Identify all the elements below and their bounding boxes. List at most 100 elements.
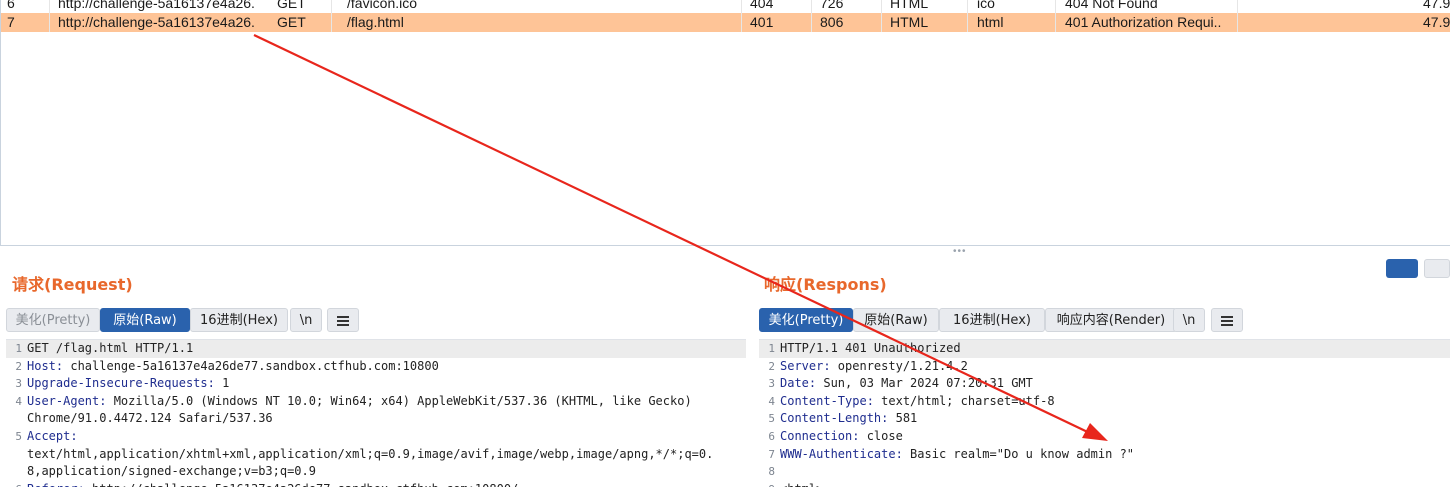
code-line: 9 <html>	[759, 481, 1450, 487]
response-tab-1[interactable]: 原始(Raw)	[853, 308, 939, 332]
cell-length: 806	[820, 14, 844, 30]
line-number: 1	[768, 342, 775, 355]
cell-number: 7	[7, 14, 15, 30]
code-line: 6 Connection: close	[759, 428, 1450, 446]
line-number: 3	[768, 377, 775, 391]
response-editor[interactable]: 1 HTTP/1.1 401 Unauthorized 2 Server: openr…	[759, 339, 1450, 487]
table-row[interactable]: 7 http://challenge-5a16137e4a26. GET/flag.…	[1, 13, 1450, 32]
request-editor[interactable]: 1 GET /flag.html HTTP/1.1 2 Host: challenge…	[6, 339, 746, 487]
request-menu-button[interactable]	[327, 308, 359, 332]
cell-title: 404 Not Found	[1065, 0, 1158, 11]
code-line: 7 WWW-Authenticate: Basic realm="Do u kno…	[759, 446, 1450, 464]
stacked-view-icon[interactable]	[1424, 259, 1450, 278]
column-divider	[49, 13, 50, 32]
code-line: 1 GET /flag.html HTTP/1.1	[6, 340, 746, 358]
column-divider	[1055, 13, 1056, 32]
code-line: 8,application/signed-exchange;v=b3;q=0.9	[6, 463, 746, 481]
line-text: Connection: close	[780, 428, 903, 446]
column-divider	[331, 0, 332, 13]
cell-extension: html	[977, 14, 1004, 30]
header-name: User-Agent:	[27, 393, 107, 408]
column-divider	[1055, 0, 1056, 13]
code-line: 4 Content-Type: text/html; charset=utf-8	[759, 393, 1450, 411]
code-line: 3 Date: Sun, 03 Mar 2024 07:20:31 GMT	[759, 375, 1450, 393]
response-tab-2[interactable]: 16进制(Hex)	[939, 308, 1045, 332]
header-name: Accept:	[27, 428, 78, 443]
column-divider	[967, 13, 968, 32]
cell-number: 6	[7, 0, 15, 11]
header-value: 1	[214, 376, 230, 391]
code-line: 1 HTTP/1.1 401 Unauthorized	[759, 340, 1450, 358]
line-text: WWW-Authenticate: Basic realm="Do u know…	[780, 446, 1134, 464]
code-line: 2 Host: challenge-5a16137e4a26de77.sandbo…	[6, 358, 746, 376]
column-divider	[1237, 0, 1238, 13]
header-name: Referer:	[27, 482, 85, 487]
response-newline-toggle-button[interactable]: \n	[1173, 308, 1205, 332]
request-pane-title: 请求(Request)	[12, 275, 133, 294]
header-name: Host:	[27, 358, 64, 373]
cell-time: 47.9	[1423, 14, 1450, 30]
line-number: 6	[6, 481, 22, 487]
line-number: 9	[759, 481, 775, 487]
cell-mime-type: HTML	[890, 14, 929, 30]
request-tab-2[interactable]: 16进制(Hex)	[190, 308, 288, 332]
column-divider	[49, 0, 50, 13]
code-line: text/html,application/xhtml+xml,applicat…	[6, 446, 746, 464]
column-divider	[881, 0, 882, 13]
cell-status: 404	[750, 0, 774, 11]
line-text: GET /flag.html HTTP/1.1	[27, 340, 193, 358]
line-text: Date: Sun, 03 Mar 2024 07:20:31 GMT	[780, 375, 1033, 393]
request-tab-1[interactable]: 原始(Raw)	[100, 308, 190, 332]
split-view-icon[interactable]	[1386, 259, 1418, 278]
header-value: 8,application/signed-exchange;v=b3;q=0.9	[27, 464, 316, 479]
line-number: 3	[15, 377, 22, 391]
table-row[interactable]: 6 http://challenge-5a16137e4a26. GET/favic…	[1, 0, 1450, 13]
header-name: Connection:	[780, 428, 860, 443]
code-line: 6 Referer: http://challenge-5a16137e4a26d…	[6, 481, 746, 487]
line-text: Content-Length: 581	[780, 410, 917, 428]
line-number: 5	[15, 429, 22, 443]
line-number: 6	[768, 429, 775, 443]
response-menu-button[interactable]	[1211, 308, 1243, 332]
cell-status: 401	[750, 14, 774, 30]
line-number: 5	[768, 412, 775, 426]
cell-time: 47.9	[1423, 0, 1450, 11]
request-newline-toggle-button[interactable]: \n	[290, 308, 322, 332]
cell-url: /favicon.ico	[347, 0, 418, 11]
header-value: Basic realm="Do u know admin ?"	[902, 446, 1135, 461]
line-number: 2	[15, 359, 22, 373]
header-value: GET /flag.html HTTP/1.1	[27, 341, 194, 355]
line-text: Content-Type: text/html; charset=utf-8	[780, 393, 1055, 411]
line-text: Accept:	[27, 428, 78, 446]
header-value: Mozilla/5.0 (Windows NT 10.0; Win64; x64…	[106, 393, 692, 408]
cell-extension: ico	[977, 0, 995, 11]
response-tab-0[interactable]: 美化(Pretty)	[759, 308, 853, 332]
code-line: Chrome/91.0.4472.124 Safari/537.36	[6, 410, 746, 428]
line-text: text/html,application/xhtml+xml,applicat…	[27, 446, 713, 464]
code-line: 4 User-Agent: Mozilla/5.0 (Windows NT 10.…	[6, 393, 746, 411]
cell-mime-type: HTML	[890, 0, 929, 11]
line-number: 4	[15, 394, 22, 408]
header-value: HTTP/1.1 401 Unauthorized	[780, 341, 961, 355]
request-tab-0[interactable]: 美化(Pretty)	[6, 308, 100, 332]
header-value: http://challenge-5a16137e4a26de77.sandbo…	[85, 482, 518, 487]
header-value: text/html; charset=utf-8	[873, 393, 1055, 408]
line-number: 4	[768, 394, 775, 408]
line-text: Host: challenge-5a16137e4a26de77.sandbox…	[27, 358, 439, 376]
column-divider	[741, 13, 742, 32]
line-text: Referer: http://challenge-5a16137e4a26de…	[27, 481, 518, 487]
cell-method: GET	[277, 0, 306, 11]
line-number: 8	[768, 465, 775, 479]
header-value: openresty/1.21.4.2	[830, 358, 968, 373]
header-name: Server:	[780, 358, 831, 373]
response-tab-3[interactable]: 响应内容(Render)	[1045, 308, 1177, 332]
cell-host: http://challenge-5a16137e4a26.	[58, 14, 255, 30]
pane-splitter[interactable]: •••	[953, 246, 967, 257]
column-divider	[741, 0, 742, 13]
column-divider	[811, 0, 812, 13]
line-number: 1	[15, 342, 22, 355]
column-divider	[331, 13, 332, 32]
menu-lines-icon	[1221, 315, 1233, 326]
header-value: 581	[888, 411, 918, 426]
line-text: Chrome/91.0.4472.124 Safari/537.36	[27, 410, 273, 428]
